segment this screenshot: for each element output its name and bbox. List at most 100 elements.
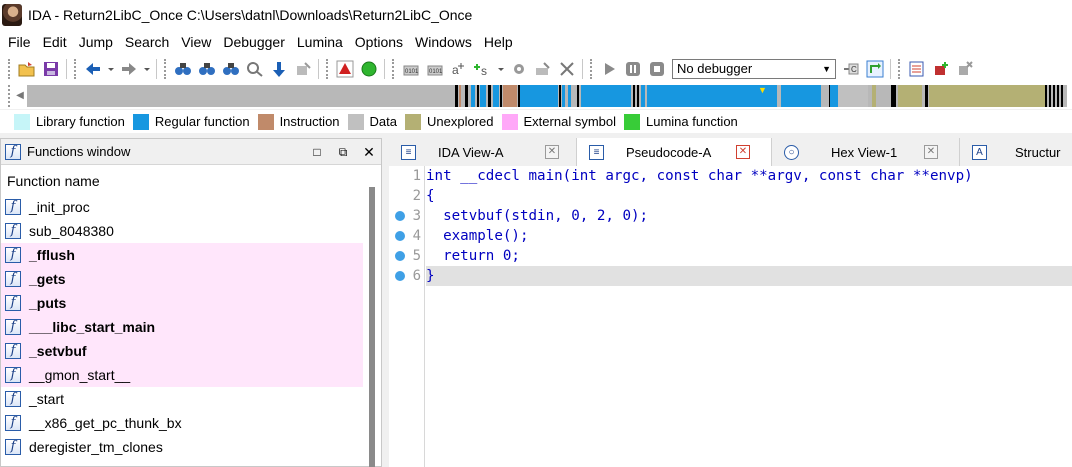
function-list-item[interactable]: f _start — [1, 387, 363, 411]
search-next-icon[interactable] — [245, 59, 265, 79]
breakpoint-dot-icon[interactable] — [395, 251, 405, 261]
back-dropdown-icon[interactable] — [107, 59, 115, 79]
function-list-item[interactable]: f __gmon_start__ — [1, 363, 363, 387]
menu-search[interactable]: Search — [119, 30, 175, 55]
float-window-icon[interactable]: ⧉ — [335, 144, 351, 160]
line-number-text: 2 — [412, 188, 421, 204]
pseudocode-view[interactable]: 1 2 3 4 5 6 int __cdecl main(int argc, const … — [389, 166, 1072, 467]
toolbar-grip[interactable] — [74, 58, 77, 79]
menu-view[interactable]: View — [175, 30, 217, 55]
jump-down-icon[interactable] — [269, 59, 289, 79]
breakpoint-dot-icon[interactable] — [395, 271, 405, 281]
toolbar-grip[interactable] — [326, 58, 329, 79]
debugger-select[interactable]: No debugger ▼ — [672, 58, 836, 79]
binoculars-text-icon[interactable] — [197, 59, 217, 79]
tab-close-icon[interactable]: ✕ — [736, 145, 750, 159]
code-line[interactable]: int __cdecl main(int argc, const char **… — [426, 166, 1072, 186]
function-list-item[interactable]: f sub_8048380 — [1, 219, 363, 243]
warning-icon[interactable] — [335, 59, 355, 79]
function-list-item[interactable]: f __x86_get_pc_thunk_bx — [1, 411, 363, 435]
toolbar-grip[interactable] — [164, 58, 167, 79]
breakpoint-dot-icon[interactable] — [395, 211, 405, 221]
close-icon[interactable]: ✕ — [361, 144, 377, 160]
green-circle-icon[interactable] — [359, 59, 379, 79]
line-number-text: 1 — [412, 168, 421, 184]
menu-debugger[interactable]: Debugger — [217, 30, 291, 55]
gear-icon[interactable] — [509, 59, 529, 79]
menu-edit[interactable]: Edit — [37, 30, 73, 55]
nav-segment — [633, 84, 635, 107]
function-list-item[interactable]: f _init_proc — [1, 195, 363, 219]
make-code-icon[interactable]: 0101 — [401, 59, 421, 79]
watch-list-icon[interactable] — [907, 59, 927, 79]
function-icon: f — [5, 343, 21, 359]
add-breakpoint-icon[interactable] — [931, 59, 951, 79]
disabled-tool-icon[interactable] — [293, 59, 313, 79]
toolbar-grip[interactable] — [8, 58, 11, 79]
menu-options[interactable]: Options — [349, 30, 409, 55]
save-icon[interactable] — [41, 59, 61, 79]
menu-jump[interactable]: Jump — [73, 30, 119, 55]
make-data-icon[interactable]: 0101 — [425, 59, 445, 79]
function-list-item[interactable]: f _setvbuf — [1, 339, 363, 363]
function-list-item[interactable]: f _gets — [1, 267, 363, 291]
tab-pseudocode-a[interactable]: ≡ Pseudocode-A ✕ — [577, 138, 772, 166]
binoculars-binary-icon[interactable] — [221, 59, 241, 79]
make-string-icon[interactable]: a — [449, 59, 469, 79]
column-header-function-name[interactable]: Function name — [1, 167, 381, 195]
toolbar-grip[interactable] — [590, 58, 593, 79]
code-line[interactable]: { — [426, 186, 1072, 206]
svg-text:0101: 0101 — [405, 69, 419, 75]
menu-help[interactable]: Help — [478, 30, 519, 55]
tab-hex-view-1[interactable]: ○ Hex View-1 ✕ — [772, 138, 960, 166]
stop-icon[interactable] — [647, 59, 667, 79]
delete-breakpoint-icon[interactable] — [955, 59, 975, 79]
close-x-icon[interactable] — [557, 59, 577, 79]
function-list-item[interactable]: f deregister_tm_clones — [1, 435, 363, 459]
breakpoint-dot-icon[interactable] — [395, 231, 405, 241]
code-line[interactable]: return 0; — [426, 246, 1072, 266]
code-line[interactable]: setvbuf(stdin, 0, 2, 0); — [426, 206, 1072, 226]
menu-lumina[interactable]: Lumina — [291, 30, 349, 55]
tab-close-icon[interactable]: ✕ — [545, 145, 559, 159]
run-play-icon[interactable] — [599, 59, 619, 79]
function-name: _fflush — [29, 247, 75, 263]
forward-dropdown-icon[interactable] — [143, 59, 151, 79]
add-function-icon[interactable]: s — [473, 59, 493, 79]
function-list-item[interactable]: f ___libc_start_main — [1, 315, 363, 339]
add-dropdown-icon[interactable] — [497, 59, 505, 79]
tab-structures[interactable]: A Structur — [960, 138, 1072, 166]
open-file-icon[interactable] — [17, 59, 37, 79]
attach-process-icon[interactable]: C — [841, 59, 861, 79]
function-list-item[interactable]: f _puts — [1, 291, 363, 315]
menu-windows[interactable]: Windows — [409, 30, 478, 55]
function-list-item[interactable]: f _fflush — [1, 243, 363, 267]
step-into-icon[interactable] — [865, 59, 885, 79]
binoculars-search-icon[interactable] — [173, 59, 193, 79]
tab-ida-view-a[interactable]: ≡ IDA View-A ✕ — [389, 138, 577, 166]
nav-scroll-left-icon[interactable]: ◀ — [13, 85, 27, 107]
line-number-text: 3 — [412, 208, 421, 224]
maximize-icon[interactable]: □ — [309, 144, 325, 160]
legend-external-symbol: External symbol — [501, 113, 616, 130]
code-line[interactable]: example(); — [426, 226, 1072, 246]
toolbar-grip[interactable] — [392, 58, 395, 79]
functions-scrollbar[interactable] — [369, 187, 375, 467]
menu-file[interactable]: File — [2, 30, 37, 55]
toolbar-grip[interactable] — [898, 58, 901, 79]
nav-segment — [493, 84, 499, 107]
back-arrow-icon[interactable] — [83, 59, 103, 79]
toolbar-separator — [156, 58, 157, 79]
navigation-strip[interactable]: ▼ — [27, 84, 1067, 107]
patch-icon[interactable] — [533, 59, 553, 79]
nav-segment — [559, 84, 561, 107]
forward-arrow-icon[interactable] — [119, 59, 139, 79]
toolbar-grip[interactable] — [8, 84, 11, 107]
nav-segment — [500, 84, 502, 107]
code-line[interactable]: } — [426, 266, 1072, 286]
legend-unexplored: Unexplored — [405, 113, 494, 130]
pause-icon[interactable] — [623, 59, 643, 79]
toolbar-separator — [582, 58, 583, 79]
ida-view-icon: ≡ — [401, 144, 416, 160]
tab-close-icon[interactable]: ✕ — [924, 145, 938, 159]
